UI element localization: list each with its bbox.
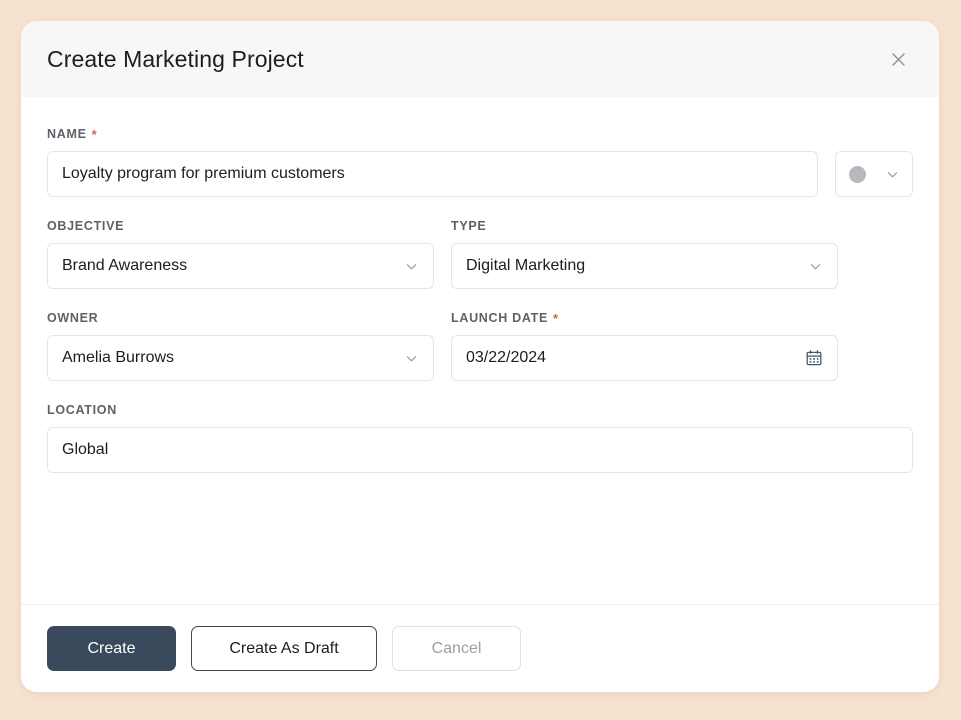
create-as-draft-button[interactable]: Create As Draft — [191, 626, 377, 671]
chevron-down-icon — [404, 351, 419, 366]
owner-select[interactable]: Amelia Burrows — [47, 335, 434, 381]
required-indicator: * — [91, 126, 98, 142]
objective-select[interactable]: Brand Awareness — [47, 243, 434, 289]
dialog-footer: Create Create As Draft Cancel — [21, 604, 939, 692]
dialog-header: Create Marketing Project — [21, 21, 939, 97]
field-objective: OBJECTIVE Brand Awareness — [47, 219, 434, 289]
type-label-text: TYPE — [451, 219, 487, 233]
location-input[interactable]: Global — [47, 427, 913, 473]
dialog-title: Create Marketing Project — [47, 45, 304, 72]
launch-date-label-text: LAUNCH DATE — [451, 311, 549, 325]
owner-label: OWNER — [47, 311, 434, 325]
chevron-down-icon — [808, 259, 823, 274]
launch-date-input[interactable]: 03/22/2024 — [451, 335, 838, 381]
color-swatch-select[interactable] — [835, 151, 913, 197]
required-indicator: * — [553, 310, 559, 326]
chevron-down-icon — [404, 259, 419, 274]
create-button[interactable]: Create — [47, 626, 176, 671]
create-marketing-project-dialog: Create Marketing Project NAME * Loyalty … — [21, 21, 939, 692]
close-icon[interactable] — [883, 44, 913, 74]
owner-value: Amelia Burrows — [62, 349, 175, 366]
owner-label-text: OWNER — [47, 311, 99, 325]
name-row: NAME * Loyalty program for premium custo… — [47, 127, 913, 197]
owner-date-row: OWNER Amelia Burrows LAUNCH DATE * 03/22… — [47, 311, 913, 381]
dialog-body: NAME * Loyalty program for premium custo… — [21, 97, 939, 604]
type-value: Digital Marketing — [466, 257, 586, 274]
field-color-swatch — [835, 127, 913, 197]
launch-date-value: 03/22/2024 — [466, 349, 547, 366]
type-label: TYPE — [451, 219, 838, 233]
calendar-icon[interactable] — [805, 349, 823, 367]
objective-label-text: OBJECTIVE — [47, 219, 125, 233]
color-swatch-dot — [849, 165, 866, 183]
field-type: TYPE Digital Marketing — [451, 219, 838, 289]
objective-value: Brand Awareness — [62, 257, 188, 274]
name-input-value: Loyalty program for premium customers — [62, 165, 345, 182]
type-select[interactable]: Digital Marketing — [451, 243, 838, 289]
name-label: NAME * — [47, 127, 818, 141]
name-input[interactable]: Loyalty program for premium customers — [47, 151, 818, 197]
objective-type-row: OBJECTIVE Brand Awareness TYPE Digital M… — [47, 219, 913, 289]
location-row: LOCATION Global — [47, 403, 913, 473]
objective-label: OBJECTIVE — [47, 219, 434, 233]
name-label-text: NAME — [47, 127, 87, 141]
color-swatch-label-spacer — [835, 127, 913, 141]
location-label: LOCATION — [47, 403, 913, 417]
field-owner: OWNER Amelia Burrows — [47, 311, 434, 381]
cancel-button[interactable]: Cancel — [392, 626, 521, 671]
field-location: LOCATION Global — [47, 403, 913, 473]
field-launch-date: LAUNCH DATE * 03/22/2024 — [451, 311, 838, 381]
location-value: Global — [62, 441, 109, 458]
launch-date-label: LAUNCH DATE * — [451, 311, 838, 325]
location-label-text: LOCATION — [47, 403, 117, 417]
field-name: NAME * Loyalty program for premium custo… — [47, 127, 818, 197]
chevron-down-icon — [885, 167, 900, 182]
